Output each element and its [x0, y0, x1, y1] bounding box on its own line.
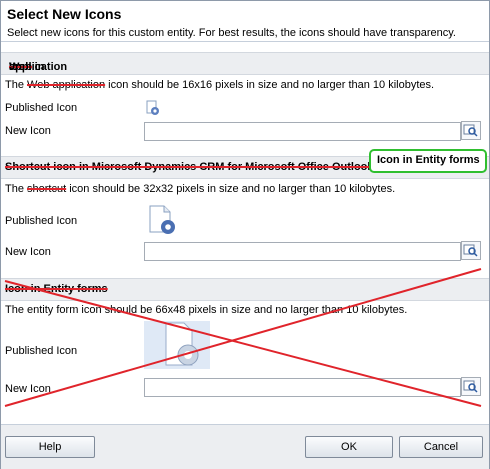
desc-prefix: The: [5, 183, 28, 195]
new-icon-shortcut-input[interactable]: [144, 242, 461, 261]
web-icon-description: The Web application icon should be 16x16…: [5, 79, 434, 91]
callout-text: Icon in Entity forms: [377, 154, 480, 166]
select-new-icons-dialog: Select New Icons Select new icons for th…: [0, 0, 490, 469]
published-icon-label: Published Icon: [5, 215, 78, 227]
dialog-title: Select New Icons: [7, 6, 122, 22]
desc-suffix: icon should be 16x16 pixels in size and …: [105, 79, 435, 91]
browse-icon[interactable]: [461, 121, 481, 140]
cancel-button[interactable]: Cancel: [399, 436, 483, 458]
entity-forms-callout: Icon in Entity forms: [369, 149, 487, 173]
entity-heading: Icon in Entity forms: [5, 283, 108, 295]
desc-struck: Web application: [27, 79, 106, 91]
desc-struck: shortcut: [27, 183, 67, 195]
shortcut-icon-description: The shortcut icon should be 32x32 pixels…: [5, 183, 395, 195]
desc-suffix: icon should be 32x32 pixels in size and …: [66, 183, 396, 195]
new-icon-label: New Icon: [5, 383, 51, 395]
new-icon-label: New Icon: [5, 125, 51, 137]
ok-button[interactable]: OK: [305, 436, 393, 458]
section-heading-entity: Icon in Entity forms: [1, 278, 489, 301]
desc-prefix: The: [5, 79, 28, 91]
dialog-footer: Help OK Cancel: [1, 424, 489, 469]
published-icon-label: Published Icon: [5, 345, 78, 357]
new-icon-entity-input[interactable]: [144, 378, 461, 397]
document-gear-icon: [146, 204, 178, 236]
heading-suffix: application: [9, 61, 68, 73]
entity-icon-description: The entity form icon should be 66x48 pix…: [5, 304, 408, 316]
shortcut-heading: Shortcut icon in Microsoft Dynamics CRM …: [5, 161, 374, 173]
dialog-header: Select New Icons Select new icons for th…: [1, 1, 489, 42]
help-button[interactable]: Help: [5, 436, 95, 458]
browse-icon[interactable]: [461, 377, 481, 396]
new-icon-label: New Icon: [5, 246, 51, 258]
published-icon-label: Published Icon: [5, 102, 78, 114]
dialog-subtitle: Select new icons for this custom entity.…: [7, 27, 456, 39]
new-icon-web-input[interactable]: [144, 122, 461, 141]
browse-icon[interactable]: [461, 241, 481, 260]
document-gear-icon: [144, 321, 210, 369]
gear-icon: [145, 100, 161, 116]
section-heading-web: Icon in Web application: [1, 52, 489, 75]
